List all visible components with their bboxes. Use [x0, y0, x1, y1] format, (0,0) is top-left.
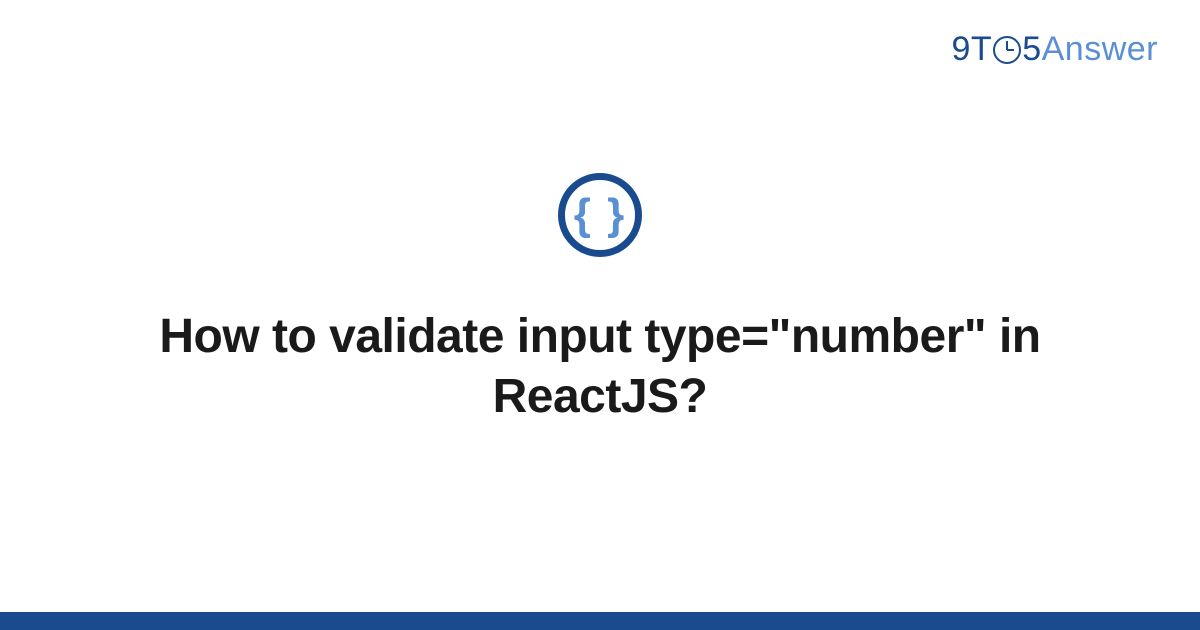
footer-accent-bar — [0, 612, 1200, 630]
main-content: { } How to validate input type="number" … — [0, 0, 1200, 630]
braces-glyph: { } — [574, 193, 626, 237]
code-braces-icon: { } — [558, 173, 642, 257]
question-title: How to validate input type="number" in R… — [150, 307, 1050, 427]
